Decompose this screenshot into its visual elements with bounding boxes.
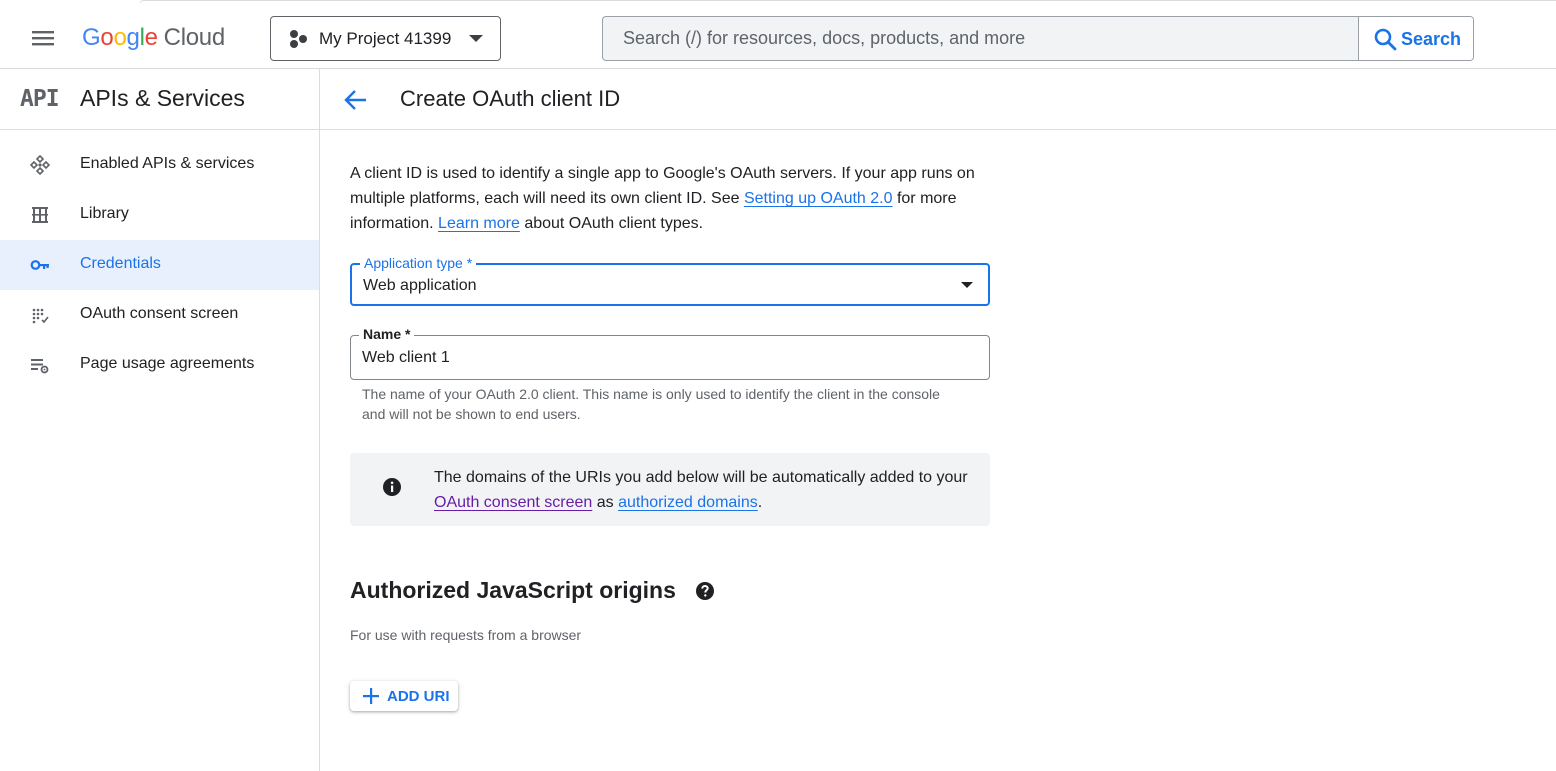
project-name: My Project 41399	[319, 29, 452, 48]
search-bar: Search	[602, 16, 1474, 61]
top-app-bar: Google Cloud My Project 41399 Search	[0, 3, 1556, 69]
sidebar-item-label: OAuth consent screen	[80, 305, 239, 322]
key-icon	[30, 255, 50, 275]
consent-icon	[30, 305, 50, 325]
setting-up-oauth-link[interactable]: Setting up OAuth 2.0	[744, 190, 893, 207]
plus-icon	[362, 687, 380, 705]
help-icon[interactable]	[695, 581, 715, 601]
search-button-label: Search	[1401, 29, 1462, 49]
oauth-consent-screen-link[interactable]: OAuth consent screen	[434, 494, 592, 511]
application-type-value: Web application	[363, 277, 477, 294]
chevron-down-icon	[469, 35, 483, 42]
add-uri-button[interactable]: ADD URI	[350, 681, 458, 711]
sidebar-item-credentials[interactable]: Credentials	[0, 240, 319, 290]
api-icon: API	[20, 86, 60, 112]
info-text-part: as	[592, 494, 619, 511]
info-text: The domains of the URIs you add below wi…	[434, 465, 974, 515]
sidebar-header: API APIs & Services	[0, 69, 319, 130]
search-icon	[1374, 28, 1397, 51]
name-input[interactable]	[351, 336, 989, 379]
sidebar-item-label: Enabled APIs & services	[80, 155, 255, 172]
logo-letter: g	[126, 24, 140, 51]
application-type-label: Application type *	[360, 255, 477, 271]
agreements-icon	[30, 355, 50, 375]
logo-letter: G	[82, 24, 101, 51]
menu-icon[interactable]	[28, 23, 58, 53]
info-text-part: The domains of the URIs you add below wi…	[434, 469, 968, 486]
dropdown-arrow-icon	[961, 282, 973, 288]
sidebar-item-label: Credentials	[80, 255, 161, 272]
sidebar-item-label: Page usage agreements	[80, 355, 255, 372]
search-input[interactable]	[603, 17, 1358, 60]
sidebar-item-label: Library	[80, 205, 129, 222]
js-origins-title: Authorized JavaScript origins	[350, 577, 676, 603]
intro-text: A client ID is used to identify a single…	[350, 161, 990, 236]
name-hint: The name of your OAuth 2.0 client. This …	[362, 386, 940, 422]
name-label: Name *	[359, 326, 415, 342]
add-uri-label: ADD URI	[387, 688, 450, 705]
logo-letter: o	[100, 24, 114, 51]
page-header: Create OAuth client ID	[320, 69, 1556, 130]
project-icon	[288, 28, 310, 55]
learn-more-link[interactable]: Learn more	[438, 215, 520, 232]
intro-text-part: about OAuth client types.	[519, 215, 704, 232]
enabled-apis-icon	[29, 154, 51, 176]
sidebar-item-enabled-apis[interactable]: Enabled APIs & services	[0, 140, 319, 190]
page-title: Create OAuth client ID	[400, 86, 621, 111]
info-banner: The domains of the URIs you add below wi…	[350, 453, 990, 526]
sidebar-nav: Enabled APIs & services Library Credenti…	[0, 140, 319, 390]
authorized-domains-link[interactable]: authorized domains	[618, 494, 758, 511]
logo-cloud-text: Cloud	[163, 24, 226, 51]
search-button[interactable]: Search	[1358, 17, 1473, 60]
sidebar-item-library[interactable]: Library	[0, 190, 319, 240]
project-picker[interactable]: My Project 41399	[270, 16, 501, 61]
name-field: Name *	[350, 326, 990, 380]
js-origins-subtitle: For use with requests from a browser	[350, 627, 582, 643]
back-arrow-icon[interactable]	[342, 86, 370, 114]
library-icon	[30, 205, 50, 225]
google-cloud-logo[interactable]: Google Cloud	[82, 24, 225, 52]
logo-letter: e	[144, 24, 158, 51]
sidebar-item-oauth-consent[interactable]: OAuth consent screen	[0, 290, 319, 340]
sidebar-item-page-usage[interactable]: Page usage agreements	[0, 340, 319, 390]
logo-letter: o	[113, 24, 127, 51]
application-type-select[interactable]: Application type * Web application	[350, 255, 990, 306]
logo-google-text: Google	[82, 24, 158, 51]
info-text-part: .	[757, 494, 763, 511]
sidebar: API APIs & Services Enabled APIs & servi…	[0, 69, 320, 771]
sidebar-title[interactable]: APIs & Services	[80, 85, 245, 112]
info-icon	[382, 477, 402, 497]
